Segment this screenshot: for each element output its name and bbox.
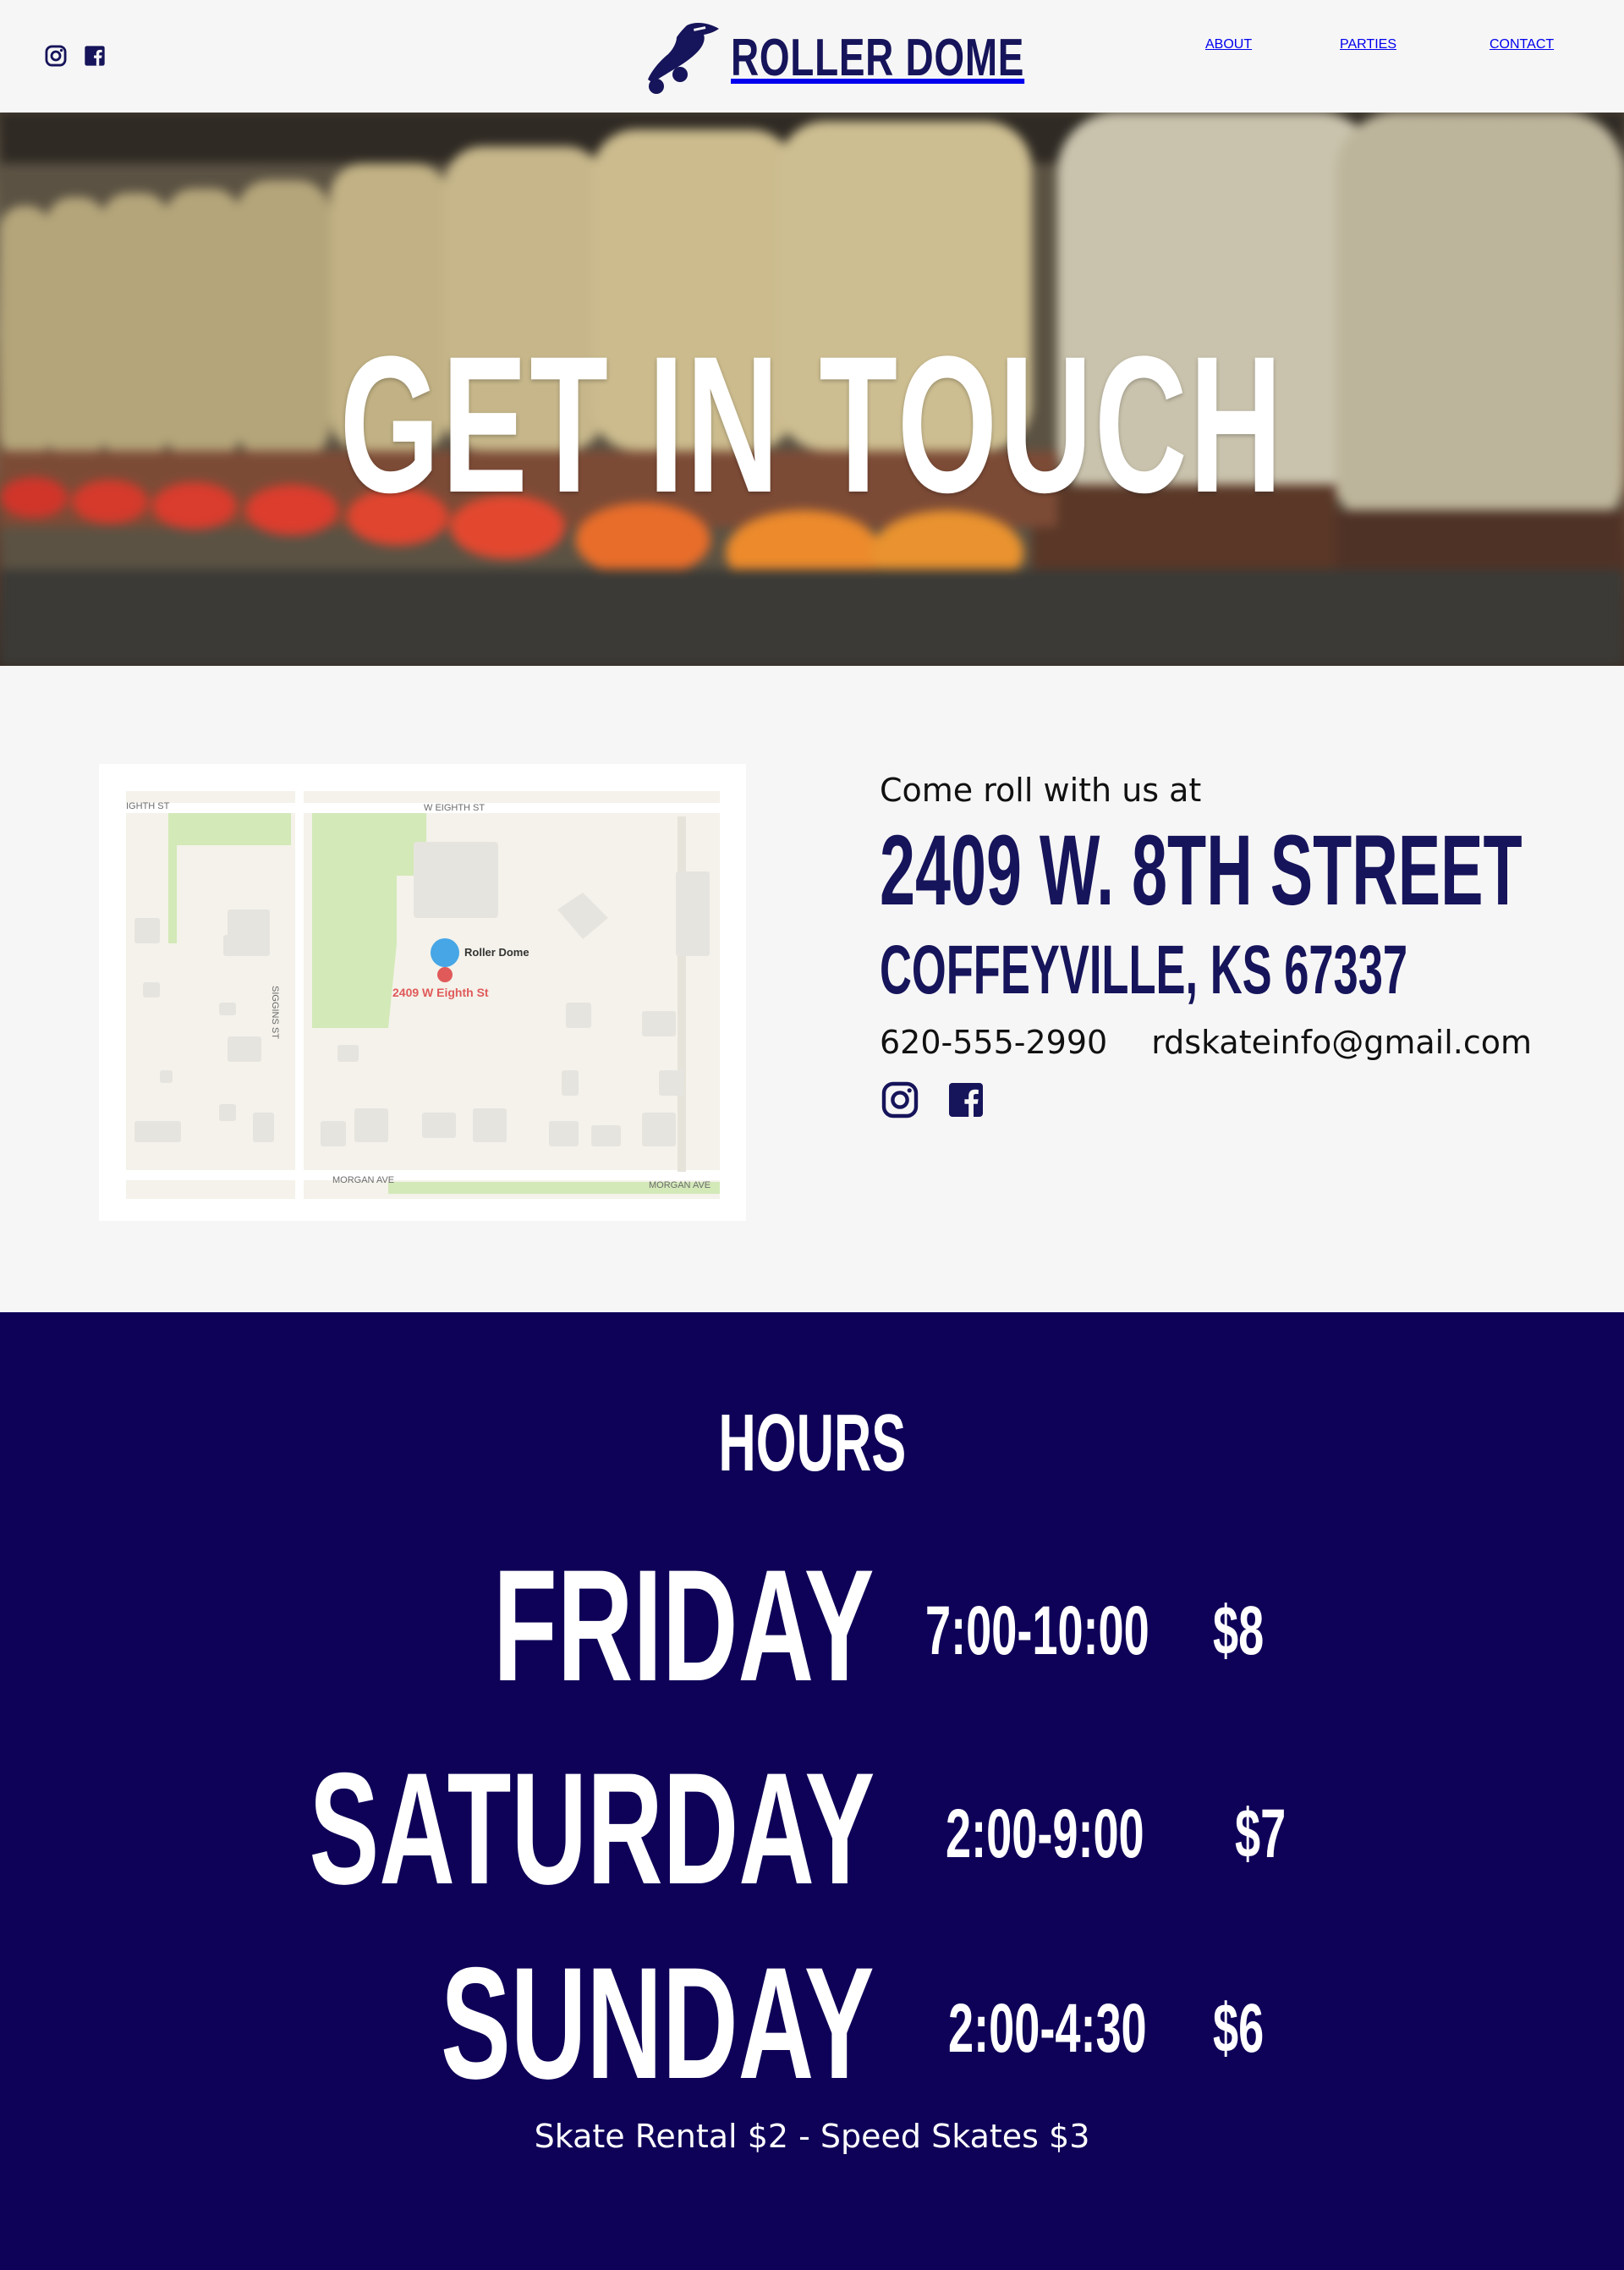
hours-row-friday: FRIDAY 7:00-10:00 $8 xyxy=(0,1546,1624,1715)
email-link[interactable]: rdskateinfo@gmail.com xyxy=(1151,1024,1532,1061)
nav-about[interactable]: ABOUT xyxy=(1205,37,1252,52)
phone-link[interactable]: 620-555-2990 xyxy=(880,1024,1107,1061)
nav-parties[interactable]: PARTIES xyxy=(1340,37,1396,52)
brand-name: ROLLER DOME xyxy=(731,28,1025,87)
facebook-icon[interactable] xyxy=(83,44,107,72)
brand-logo-link[interactable]: ROLLER DOME xyxy=(643,20,1127,95)
day-label: SATURDAY xyxy=(309,1740,875,1917)
contact-info: Come roll with us at 2409 W. 8TH STREET … xyxy=(880,772,1573,1124)
instagram-icon[interactable] xyxy=(880,1080,920,1124)
time-range: 2:00-4:30 xyxy=(948,1990,1147,2067)
header-social-links xyxy=(44,44,107,72)
skate-rental-note: Skate Rental $2 - Speed Skates $3 xyxy=(534,2118,1090,2155)
admission-price: $7 xyxy=(1235,1795,1287,1872)
time-range: 2:00-9:00 xyxy=(946,1795,1144,1872)
site-header: ROLLER DOME ABOUT PARTIES CONTACT xyxy=(0,0,1624,113)
day-label: FRIDAY xyxy=(493,1536,875,1714)
map-street-label: SIGGINS ST xyxy=(270,986,280,1039)
map-pin-label: 2409 W Eighth St xyxy=(392,986,489,999)
nav-contact[interactable]: CONTACT xyxy=(1490,37,1554,52)
admission-price: $6 xyxy=(1213,1990,1265,2067)
facebook-icon[interactable] xyxy=(946,1080,986,1124)
hero-title-wrap: GET IN TOUCH xyxy=(0,327,1624,522)
contact-intro: Come roll with us at xyxy=(880,772,1202,809)
hours-title-wrap: HOURS xyxy=(0,1397,1624,1490)
admission-price: $8 xyxy=(1213,1592,1265,1669)
hero-title: GET IN TOUCH xyxy=(339,316,1285,533)
contact-social-links xyxy=(880,1080,1573,1124)
map-street-label: MORGAN AVE xyxy=(649,1180,711,1190)
map-poi-name: Roller Dome xyxy=(464,946,529,959)
map-street-label: IGHTH ST xyxy=(126,801,170,811)
day-label: SUNDAY xyxy=(441,1934,875,2112)
hero-banner: GET IN TOUCH xyxy=(0,113,1624,666)
contact-details: 620-555-2990 rdskateinfo@gmail.com xyxy=(880,1024,1573,1061)
skate-poi-icon xyxy=(431,938,459,967)
map-card: IGHTH ST W EIGHTH ST SIGGINS ST MORGAN A… xyxy=(99,764,746,1221)
address-line-1: 2409 W. 8TH STREET xyxy=(880,815,1522,926)
map-street-label: MORGAN AVE xyxy=(332,1175,395,1185)
hours-section: HOURS FRIDAY 7:00-10:00 $8 SATURDAY 2:00… xyxy=(0,1312,1624,2270)
hours-title: HOURS xyxy=(718,1398,906,1488)
hours-row-sunday: SUNDAY 2:00-4:30 $6 xyxy=(0,1943,1624,2113)
map-street-label: W EIGHTH ST xyxy=(424,803,486,813)
time-range: 7:00-10:00 xyxy=(925,1592,1149,1669)
map-poi[interactable]: Roller Dome xyxy=(431,938,529,967)
location-map[interactable]: IGHTH ST W EIGHTH ST SIGGINS ST MORGAN A… xyxy=(126,791,720,1199)
roller-skate-logo-icon xyxy=(648,23,719,94)
map-pin-icon xyxy=(437,967,453,982)
instagram-icon[interactable] xyxy=(44,44,68,72)
hours-row-saturday: SATURDAY 2:00-9:00 $7 xyxy=(0,1749,1624,1918)
address-line-2: COFFEYVILLE, KS 67337 xyxy=(880,932,1408,1009)
